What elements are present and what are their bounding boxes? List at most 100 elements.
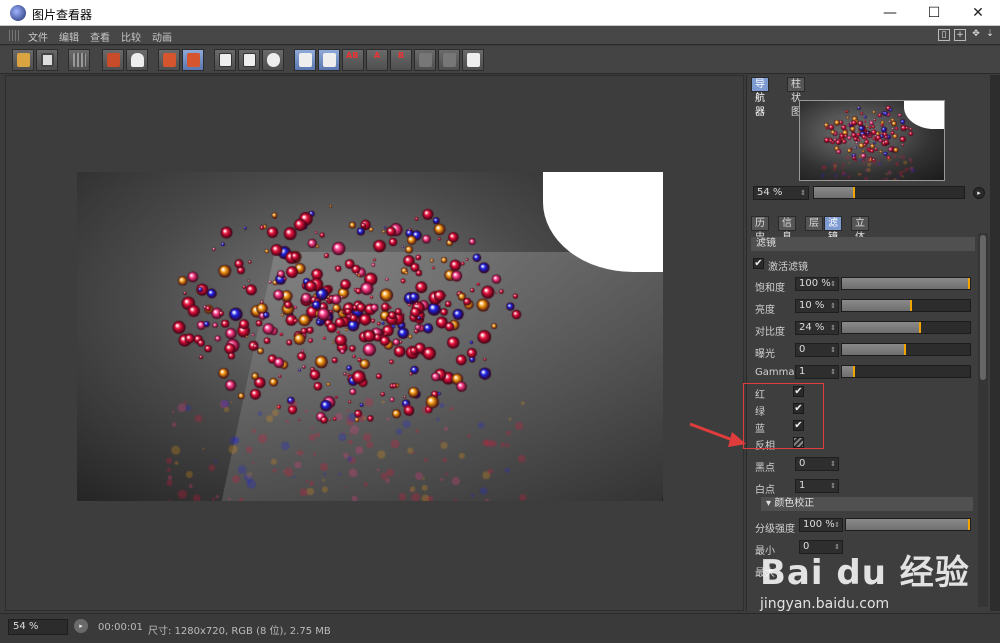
right-panel-scrollbar[interactable] <box>978 233 988 607</box>
app-logo-icon <box>10 5 26 21</box>
saturation-slider[interactable] <box>841 277 971 290</box>
level-strength-label: 分级强度 <box>755 524 795 535</box>
contrast-label: 对比度 <box>755 327 785 338</box>
watermark-brand: Bai du 经验 <box>760 553 970 593</box>
white-point-field[interactable]: 1 ⇕ <box>795 479 839 493</box>
brightness-slider[interactable] <box>841 299 971 312</box>
split-a-button[interactable] <box>414 49 436 71</box>
split-icon <box>443 53 456 67</box>
annotation-arrow-icon <box>689 422 746 447</box>
color-correction-header[interactable]: ▾ 颜色校正 <box>761 497 973 511</box>
filmstrip-button[interactable] <box>102 49 124 71</box>
status-zoom-field[interactable]: 54 % <box>8 619 68 635</box>
menu-view[interactable]: 查看 <box>90 29 110 44</box>
level-strength-slider[interactable] <box>845 518 971 531</box>
status-play-icon[interactable]: ▸ <box>74 619 88 633</box>
compare-icon <box>323 53 336 67</box>
split-icon <box>419 53 432 67</box>
navigator-zoom-field[interactable]: 54 % ⇕ <box>753 186 809 200</box>
open-file-button[interactable] <box>12 49 34 71</box>
film-button[interactable] <box>462 49 484 71</box>
exposure-field[interactable]: 0 ⇕ <box>795 343 839 357</box>
tab-stereo[interactable]: 立体 <box>851 216 869 243</box>
brightness-label: 亮度 <box>755 305 775 316</box>
saturation-label: 饱和度 <box>755 283 785 294</box>
expand-icon[interactable]: + <box>954 29 966 41</box>
filter-section-header: 滤镜 <box>751 237 975 251</box>
enable-filter-label: 激活滤镜 <box>768 262 808 273</box>
person-icon <box>131 53 144 67</box>
set-b-button[interactable]: B <box>390 49 412 71</box>
watermark-url: jingyan.baidu.com <box>760 596 890 612</box>
menu-animation[interactable]: 动画 <box>152 29 172 44</box>
menu-file[interactable]: 文件 <box>28 29 48 44</box>
tab-info[interactable]: 信息 <box>778 216 796 243</box>
tab-histogram[interactable]: 柱状图 <box>787 77 805 118</box>
folder-icon <box>17 53 30 67</box>
set-a-button[interactable]: A <box>366 49 388 71</box>
layers-icon <box>163 53 176 67</box>
white-point-label: 白点 <box>755 485 775 496</box>
baidu-watermark: Bai du 经验 jingyan.baidu.com <box>760 545 970 612</box>
menu-compare[interactable]: 比较 <box>121 29 141 44</box>
menu-edit[interactable]: 编辑 <box>59 29 79 44</box>
save-icon <box>41 53 54 67</box>
gamma-field[interactable]: 1 ⇕ <box>795 365 839 379</box>
black-point-label: 黑点 <box>755 463 775 474</box>
b-icon: B <box>398 51 405 60</box>
layers-button[interactable] <box>158 49 180 71</box>
down-arrow-icon[interactable]: ⇣ <box>984 29 996 41</box>
compare-a-button[interactable] <box>294 49 316 71</box>
navigator-zoom-slider[interactable] <box>813 186 965 199</box>
film-icon <box>467 53 480 67</box>
gamma-slider[interactable] <box>841 365 971 378</box>
grip-icon[interactable] <box>9 30 19 41</box>
layers-alt-button[interactable] <box>182 49 204 71</box>
black-point-field[interactable]: 0 ⇕ <box>795 457 839 471</box>
view-icon <box>243 53 256 67</box>
window-title: 图片查看器 <box>32 8 93 22</box>
tab-history[interactable]: 历史 <box>751 216 769 243</box>
move-icon[interactable]: ✥ <box>970 29 982 41</box>
scrollbar-thumb[interactable] <box>980 235 986 380</box>
navigator-preview[interactable] <box>799 100 945 181</box>
minimize-button[interactable]: — <box>868 0 912 26</box>
image-viewport[interactable] <box>5 75 744 611</box>
view-c-button[interactable] <box>262 49 284 71</box>
maximize-button[interactable]: ☐ <box>912 0 956 26</box>
compare-icon <box>299 53 312 67</box>
status-time: 00:00:01 <box>98 622 143 633</box>
grid-icon <box>73 53 86 67</box>
view-a-button[interactable] <box>214 49 236 71</box>
right-panel: 导航器 柱状图 54 %⇕ ▸ 历史 信息 层 滤镜 立体 滤镜 ✔ 激活滤镜 … <box>746 75 990 611</box>
tab-layer[interactable]: 层 <box>805 216 823 231</box>
view-b-button[interactable] <box>238 49 260 71</box>
person-button[interactable] <box>126 49 148 71</box>
save-button[interactable] <box>36 49 58 71</box>
navigator-play-icon[interactable]: ▸ <box>973 187 985 199</box>
toolbar: AB A B <box>0 46 1000 74</box>
gamma-label: Gamma <box>755 367 795 378</box>
exposure-slider[interactable] <box>841 343 971 356</box>
status-bar: 54 % ▸ 00:00:01 尺寸: 1280x720, RGB (8 位),… <box>0 613 1000 643</box>
enable-filter-checkbox[interactable]: ✔ <box>753 258 764 269</box>
layout-icon[interactable]: ▯ <box>938 29 950 41</box>
panel-edge <box>990 75 1000 611</box>
swap-ab-button[interactable]: AB <box>342 49 364 71</box>
a-icon: A <box>374 51 381 60</box>
contrast-field[interactable]: 24 % ⇕ <box>795 321 839 335</box>
saturation-field[interactable]: 100 % ⇕ <box>795 277 839 291</box>
view-icon <box>267 53 280 67</box>
compare-b-button[interactable] <box>318 49 340 71</box>
split-b-button[interactable] <box>438 49 460 71</box>
level-strength-field[interactable]: 100 % ⇕ <box>799 518 843 532</box>
grid-button[interactable] <box>68 49 90 71</box>
brightness-field[interactable]: 10 % ⇕ <box>795 299 839 313</box>
status-image-info: 尺寸: 1280x720, RGB (8 位), 2.75 MB <box>148 626 331 637</box>
tab-navigator[interactable]: 导航器 <box>751 77 769 118</box>
menu-bar: 文件 编辑 查看 比较 动画 ▯ + ✥ ⇣ <box>0 26 1000 45</box>
close-button[interactable]: ✕ <box>956 0 1000 26</box>
contrast-slider[interactable] <box>841 321 971 334</box>
exposure-label: 曝光 <box>755 349 775 360</box>
tab-filter[interactable]: 滤镜 <box>824 216 842 243</box>
